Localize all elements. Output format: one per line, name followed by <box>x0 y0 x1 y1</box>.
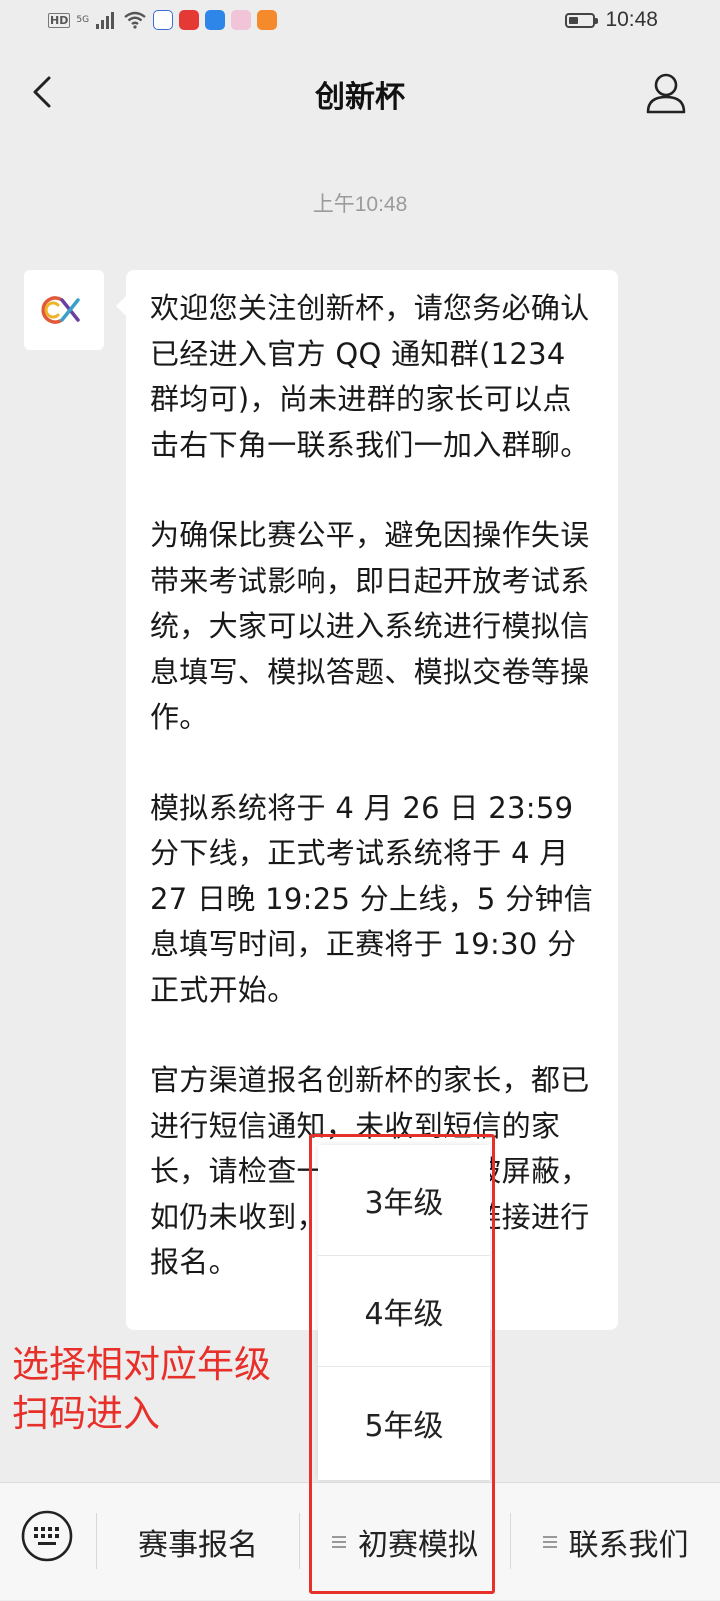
bubble-tail <box>116 296 126 316</box>
profile-button[interactable] <box>642 68 690 116</box>
status-bar: HD 5G 10:48 <box>0 0 720 44</box>
annotation-text: 选择相对应年级 扫码进入 <box>12 1340 312 1438</box>
submenu-icon <box>542 1533 557 1551</box>
status-icons-left: HD 5G <box>48 10 278 30</box>
cloud-app-icon <box>205 10 226 30</box>
video-app-icon <box>257 10 278 30</box>
annotation-line-2: 扫码进入 <box>12 1392 160 1435</box>
signal-icon <box>96 12 115 29</box>
status-icons-right: 10:48 <box>565 8 658 32</box>
page-title: 创新杯 <box>315 80 405 115</box>
menu-label-register: 赛事报名 <box>138 1528 258 1563</box>
network-type: 5G <box>76 14 90 25</box>
submenu-icon <box>332 1533 346 1551</box>
status-time: 10:48 <box>605 8 658 31</box>
message-paragraph-2: 为确保比赛公平，避免因操作失误带来考试影响，即日起开放考试系统，大家可以进入系统… <box>150 518 590 734</box>
menu-label-mock-exam: 初赛模拟 <box>358 1528 478 1563</box>
menu-button-contact-us[interactable]: 联系我们 <box>511 1483 720 1601</box>
baidu-app-icon <box>153 10 174 30</box>
popup-item-grade-4[interactable]: 4年级 <box>318 1256 490 1367</box>
bottom-menu-bar: 赛事报名 初赛模拟 联系我们 <box>0 1482 720 1600</box>
wifi-icon <box>124 11 146 29</box>
hd-indicator: HD <box>48 12 71 28</box>
flower-app-icon <box>231 10 252 30</box>
keyboard-toggle-button[interactable] <box>20 1509 74 1563</box>
official-account-avatar[interactable] <box>24 270 104 350</box>
message-paragraph-1: 欢迎您关注创新杯，请您务必确认已经进入官方 QQ 通知群(1234 群均可)，尚… <box>150 291 590 462</box>
chat-timestamp: 上午10:48 <box>312 193 408 216</box>
menu-button-register[interactable]: 赛事报名 <box>97 1483 299 1601</box>
keyboard-icon <box>21 1510 73 1562</box>
menu-label-contact-us: 联系我们 <box>568 1528 689 1563</box>
popup-item-grade-5[interactable]: 5年级 <box>318 1367 490 1478</box>
nav-bar: 创新杯 <box>0 44 720 140</box>
annotation-line-1: 选择相对应年级 <box>12 1343 271 1386</box>
ting-app-icon <box>179 10 200 30</box>
grade-popup-menu: 3年级 4年级 5年级 <box>318 1145 490 1480</box>
message-paragraph-3: 模拟系统将于 4 月 26 日 23:59 分下线，正式考试系统将于 4 月 2… <box>150 790 594 1007</box>
popup-item-grade-3[interactable]: 3年级 <box>318 1145 490 1256</box>
cx-logo <box>41 296 80 324</box>
battery-level <box>569 16 579 24</box>
battery-icon <box>565 12 599 28</box>
user-icon <box>646 73 686 114</box>
menu-button-mock-exam[interactable]: 初赛模拟 <box>300 1483 510 1601</box>
